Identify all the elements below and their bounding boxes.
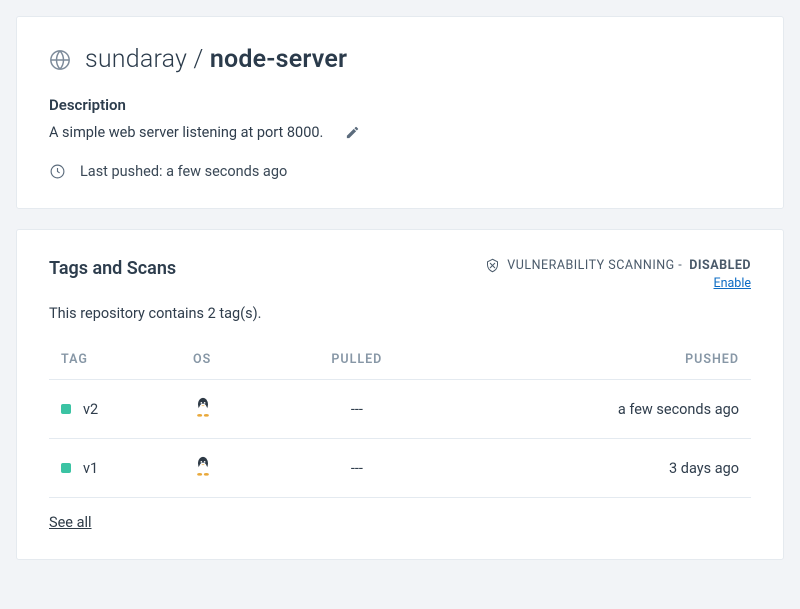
- table-row[interactable]: v2 --- a few seconds ago: [49, 380, 751, 439]
- path-separator: /: [187, 45, 210, 74]
- table-header-row: TAG OS PULLED PUSHED: [49, 342, 751, 380]
- see-all-link[interactable]: See all: [49, 514, 92, 531]
- col-tag: TAG: [49, 342, 181, 380]
- repo-name[interactable]: node-server: [210, 45, 347, 74]
- tag-name: v1: [83, 460, 98, 477]
- pulled-value: ---: [276, 380, 438, 439]
- vuln-state: DISABLED: [689, 258, 751, 273]
- tags-table: TAG OS PULLED PUSHED v2 --- a few second…: [49, 342, 751, 498]
- repo-title-row: sundaray / node-server: [49, 45, 751, 74]
- description-text: A simple web server listening at port 80…: [49, 124, 323, 141]
- globe-icon: [49, 49, 71, 71]
- enable-scanning-link[interactable]: Enable: [485, 276, 751, 291]
- last-pushed-row: Last pushed: a few seconds ago: [49, 163, 751, 180]
- tag-name: v2: [83, 401, 98, 418]
- col-pushed: PUSHED: [438, 342, 751, 380]
- description-row: A simple web server listening at port 80…: [49, 124, 751, 141]
- vuln-label: VULNERABILITY SCANNING -: [507, 258, 682, 273]
- status-dot-icon: [61, 404, 71, 414]
- description-heading: Description: [49, 96, 751, 114]
- table-row[interactable]: v1 --- 3 days ago: [49, 439, 751, 498]
- shield-icon: [485, 258, 500, 273]
- last-pushed-text: Last pushed: a few seconds ago: [80, 163, 287, 180]
- pushed-value: 3 days ago: [438, 439, 751, 498]
- repo-breadcrumb: sundaray / node-server: [85, 45, 347, 74]
- tags-card: Tags and Scans VULNERABILITY SCANNING - …: [16, 229, 784, 560]
- linux-icon: [193, 455, 213, 477]
- clock-icon: [49, 163, 66, 180]
- pulled-value: ---: [276, 439, 438, 498]
- linux-icon: [193, 396, 213, 418]
- edit-icon[interactable]: [345, 125, 360, 140]
- tag-count-text: This repository contains 2 tag(s).: [49, 305, 751, 322]
- repo-header-card: sundaray / node-server Description A sim…: [16, 16, 784, 209]
- tags-heading: Tags and Scans: [49, 258, 176, 279]
- col-os: OS: [181, 342, 276, 380]
- tags-header-row: Tags and Scans VULNERABILITY SCANNING - …: [49, 258, 751, 291]
- repo-namespace[interactable]: sundaray: [85, 45, 187, 74]
- col-pulled: PULLED: [276, 342, 438, 380]
- pushed-value: a few seconds ago: [438, 380, 751, 439]
- status-dot-icon: [61, 463, 71, 473]
- vulnerability-status: VULNERABILITY SCANNING - DISABLED Enable: [485, 258, 751, 291]
